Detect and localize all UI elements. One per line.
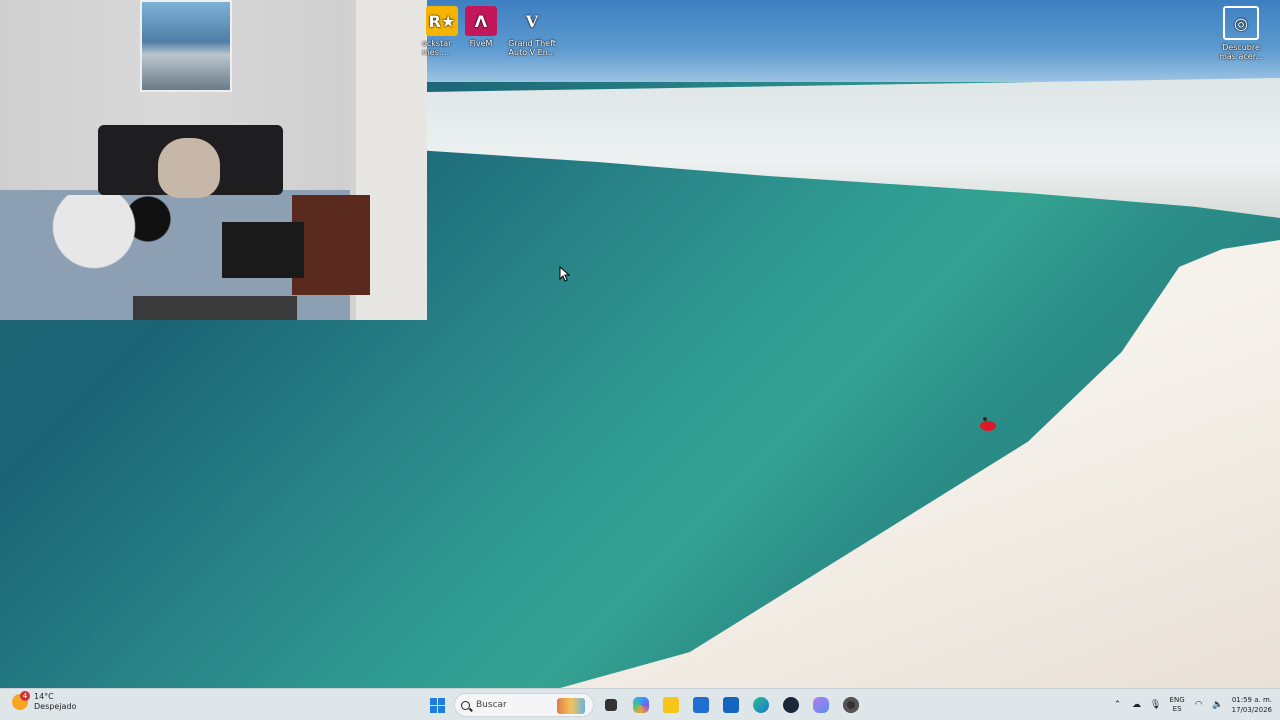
desktop-icon-discover[interactable]: ◎ Descubre más acer... [1216,6,1266,61]
recording-app-icon [843,697,859,713]
wifi-icon[interactable]: ◠ [1194,700,1204,710]
microphone-icon[interactable]: 🎙 [1150,700,1161,710]
start-button[interactable] [424,692,450,718]
desktop-icon-fivem[interactable]: Λ FiveM [456,6,506,48]
chevron-up-icon[interactable]: ⌃ [1113,700,1123,710]
gta-v-icon: V [525,11,539,31]
desktop-icon-label: Grand Theft Auto V En... [508,39,556,57]
language-bottom: ES [1172,705,1182,713]
webcam-chair [133,296,297,320]
wallpaper-dunes-top [427,78,1280,218]
clock[interactable]: 01:59 a. m. 17/03/2026 [1232,695,1272,715]
edge-button[interactable] [748,692,774,718]
webcam-clothes [40,195,220,275]
webcam-overlay [0,0,427,320]
fivem-icon: Λ [465,6,497,36]
clock-time: 01:59 a. m. [1231,696,1272,704]
desktop-icon-label: FiveM [469,39,493,48]
task-view-icon [605,699,617,711]
outlook-button[interactable] [718,692,744,718]
store-button[interactable] [688,692,714,718]
notification-badge: 4 [20,691,30,701]
rockstar-launcher-icon: R★ [426,6,458,36]
volume-icon[interactable]: 🔈 [1212,700,1223,710]
search-icon [461,700,470,710]
webcam-painting [140,0,232,92]
weather-widget[interactable]: 4 14°C Despejado [12,691,77,712]
webcam-black-box [222,222,304,278]
language-top: ENG [1169,696,1185,704]
weather-temperature: 14°C [34,692,54,701]
wallpaper-person-figure [980,417,996,431]
store-icon [693,697,709,713]
system-tray: ⌃ ☁ 🎙 ENG ES ◠ 🔈 01:59 a. m. 17/03/2026 [1113,692,1272,718]
recording-app-button[interactable] [838,692,864,718]
copilot-icon [633,697,649,713]
task-view-button[interactable] [598,692,624,718]
taskbar: 4 14°C Despejado Buscar ⌃ ☁ 🎙 ENG ES ◠ 🔈… [0,688,1280,720]
search-placeholder: Buscar [476,700,507,710]
clock-date: 17/03/2026 [1231,706,1272,714]
weather-condition: Despejado [34,702,77,711]
edge-icon [753,697,769,713]
steam-icon [783,697,799,713]
game-controller-icon [813,697,829,713]
language-indicator[interactable]: ENG ES [1170,696,1185,714]
outlook-icon [723,697,739,713]
file-explorer-icon [663,697,679,713]
desktop-icon-label: Descubre más acer... [1219,43,1263,61]
wallpaper-dune-right [560,240,1280,688]
desktop-icon-gta-v[interactable]: V Grand Theft Auto V En... [507,6,557,57]
copilot-button[interactable] [628,692,654,718]
discover-icon: ◎ [1223,6,1259,40]
onedrive-cloud-icon[interactable]: ☁ [1132,700,1142,710]
steam-button[interactable] [778,692,804,718]
webcam-plush-toy [158,138,220,198]
windows-logo-icon [429,697,445,713]
taskbar-center: Buscar [424,692,864,718]
weather-sun-icon: 4 [12,691,30,710]
mouse-cursor-icon [559,266,571,282]
game-controller-button[interactable] [808,692,834,718]
file-explorer-button[interactable] [658,692,684,718]
taskbar-search-box[interactable]: Buscar [454,693,594,717]
search-highlight-icon [557,698,585,714]
